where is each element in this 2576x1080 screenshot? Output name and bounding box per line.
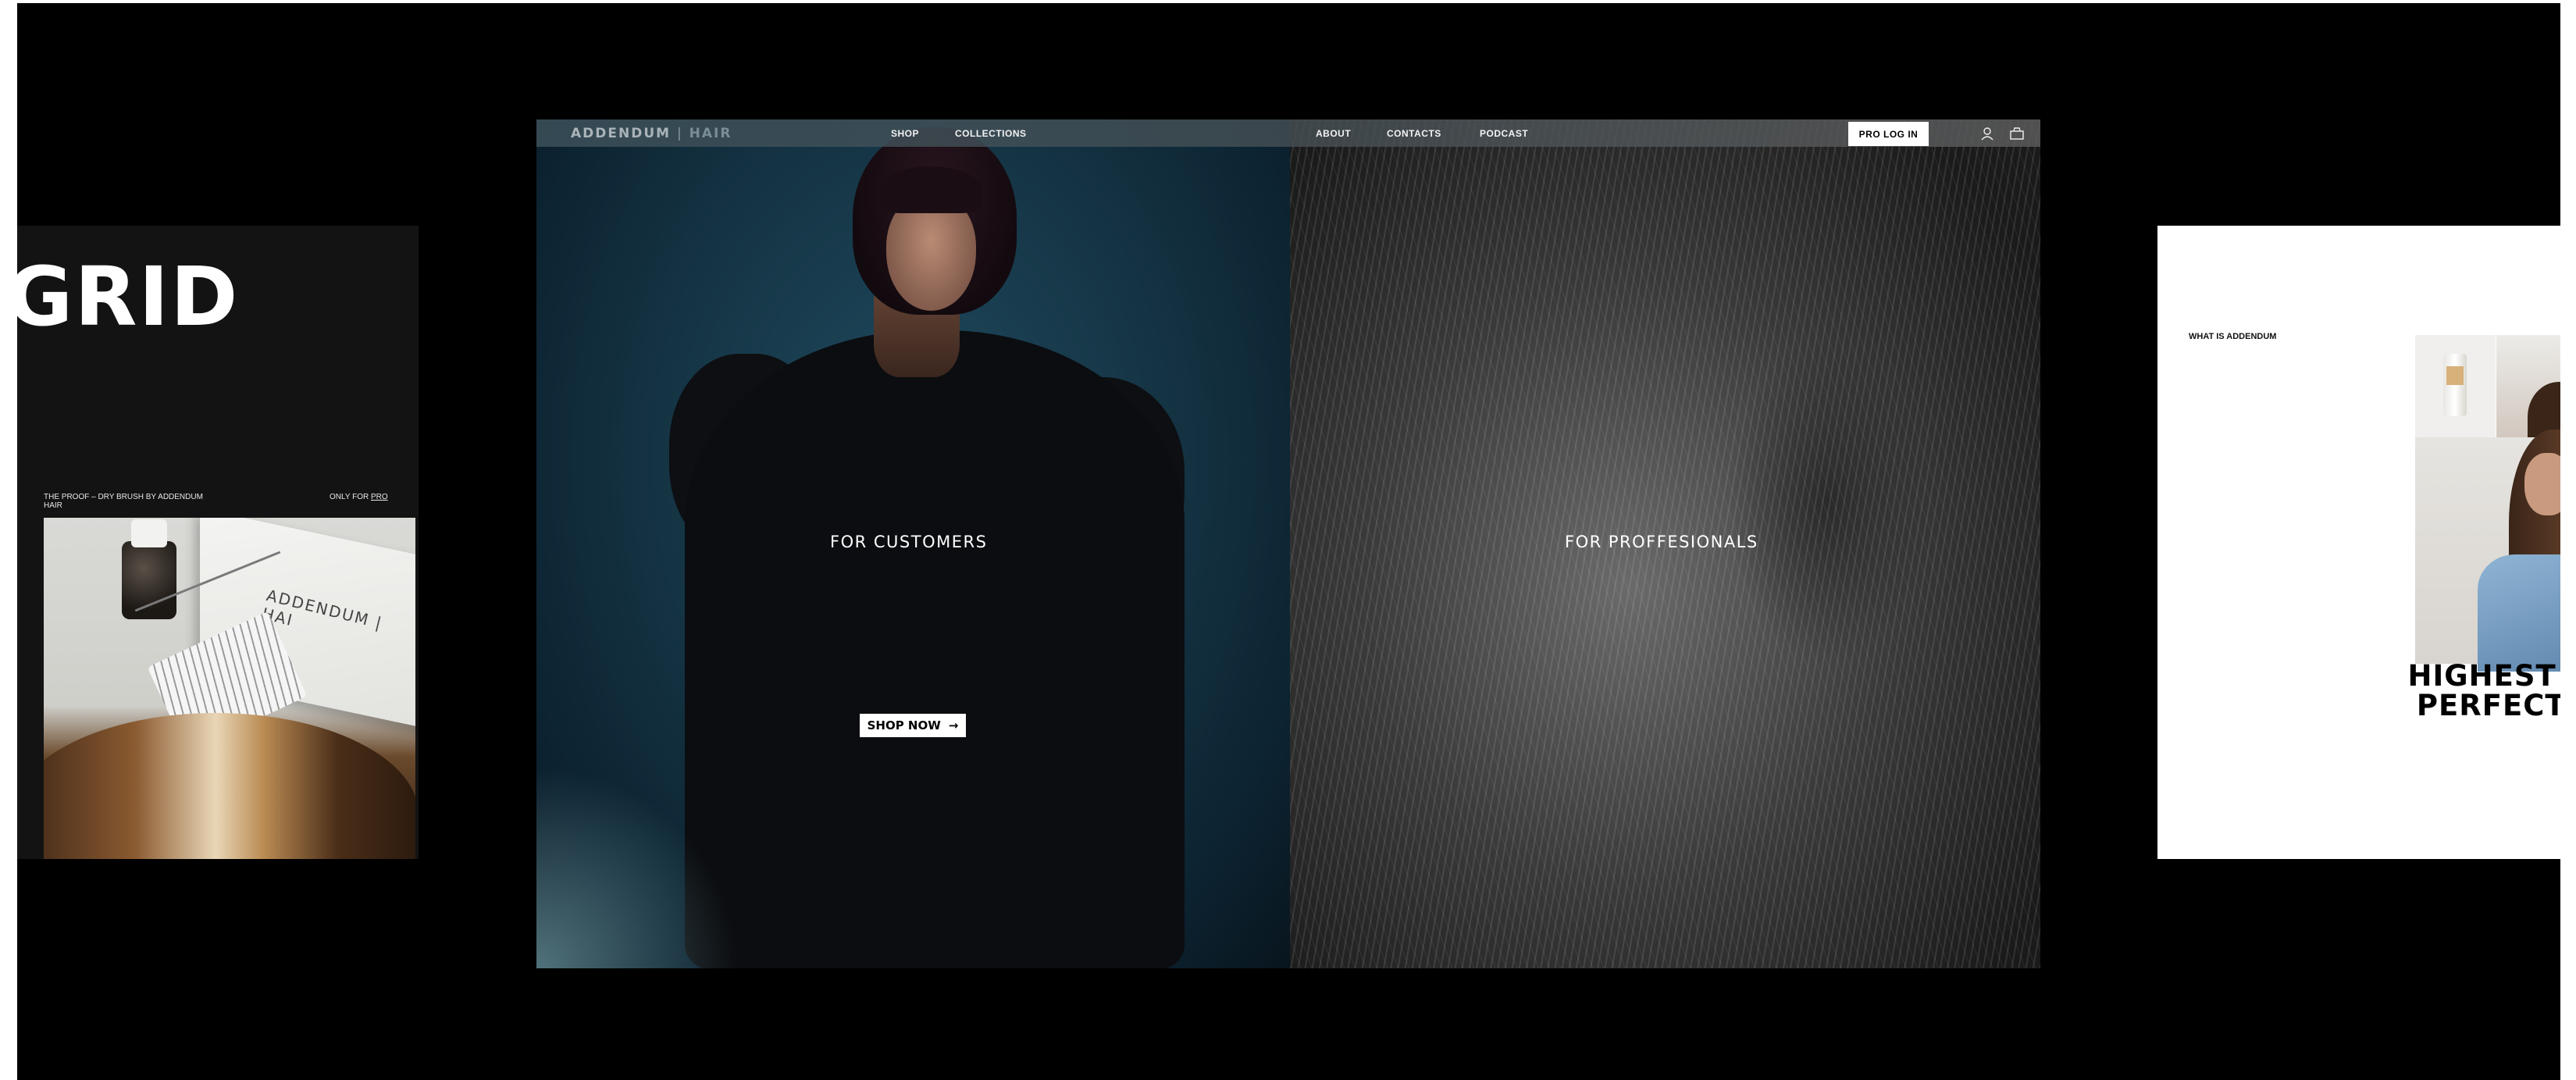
top-navbar: ADDENDUM | HAIR SHOP COLLECTIONS ABOUT C… xyxy=(536,119,2040,147)
nav-contacts[interactable]: CONTACTS xyxy=(1387,128,1441,139)
pro-link[interactable]: PRO xyxy=(371,493,388,501)
proof-caption: THE PROOF – DRY BRUSH BY ADDENDUM HAIR xyxy=(44,493,203,510)
model-jacket xyxy=(2478,554,2560,672)
arrow-right-icon: → xyxy=(948,718,959,732)
brand-name: ADDENDUM xyxy=(571,126,672,141)
what-is-addendum-label: WHAT IS ADDENDUM xyxy=(2189,332,2277,341)
nav-podcast[interactable]: PODCAST xyxy=(1480,128,1528,139)
pro-only-prefix: ONLY FOR xyxy=(330,493,371,501)
model-face xyxy=(2524,453,2560,515)
nav-about[interactable]: ABOUT xyxy=(1316,128,1351,139)
pro-only-note: ONLY FOR PRO xyxy=(330,493,388,501)
dry-brush-photo: ADDENDUM | HAI xyxy=(44,518,415,859)
model-image xyxy=(2415,430,2560,672)
professionals-panel[interactable]: FOR PROFFESIONALS xyxy=(1290,119,2040,968)
page-canvas: GRID THE PROOF – DRY BRUSH BY ADDENDUM H… xyxy=(17,3,2560,1080)
bottle-cap xyxy=(131,519,167,547)
brand-suffix: HAIR xyxy=(689,126,732,141)
product-tube-band xyxy=(2446,366,2464,385)
product-tube xyxy=(2443,354,2467,416)
brand-separator: | xyxy=(676,126,683,141)
bag-icon[interactable] xyxy=(2009,126,2025,141)
shop-now-button[interactable]: SHOP NOW → xyxy=(860,714,966,737)
about-headline: HIGHEST QUALITY PERFECT COLORS CO xyxy=(2408,661,2560,750)
model-bangs xyxy=(880,166,982,213)
nav-shop[interactable]: SHOP xyxy=(891,128,919,139)
brand-logo[interactable]: ADDENDUM | HAIR xyxy=(571,126,732,141)
grid-title: GRID xyxy=(17,249,240,344)
customers-panel[interactable]: FOR CUSTOMERS SHOP NOW → xyxy=(536,119,1290,968)
about-card[interactable]: WHAT IS ADDENDUM HIGHEST QUALITY PERFECT… xyxy=(2157,226,2560,859)
headline-line-3: CO xyxy=(2408,721,2560,750)
product-bottle xyxy=(122,541,176,619)
user-icon[interactable] xyxy=(1979,126,1995,141)
headline-line-1: HIGHEST QUALITY xyxy=(2407,659,2560,693)
nav-collections[interactable]: COLLECTIONS xyxy=(955,128,1027,139)
model-dress xyxy=(685,330,1185,968)
pro-login-button[interactable]: PRO LOG IN xyxy=(1848,122,1929,146)
model-image-top xyxy=(2496,335,2560,452)
hero-section: FOR CUSTOMERS SHOP NOW → FOR PROFFESIONA… xyxy=(536,119,2040,968)
hair-sample xyxy=(44,713,415,859)
for-professionals-label[interactable]: FOR PROFFESIONALS xyxy=(1565,533,1758,551)
grid-card[interactable]: GRID THE PROOF – DRY BRUSH BY ADDENDUM H… xyxy=(17,226,419,859)
for-customers-label[interactable]: FOR CUSTOMERS xyxy=(830,533,987,551)
headline-line-2: PERFECT COLORS xyxy=(2416,689,2560,722)
shop-now-label: SHOP NOW xyxy=(867,718,941,732)
product-image xyxy=(2415,335,2496,437)
